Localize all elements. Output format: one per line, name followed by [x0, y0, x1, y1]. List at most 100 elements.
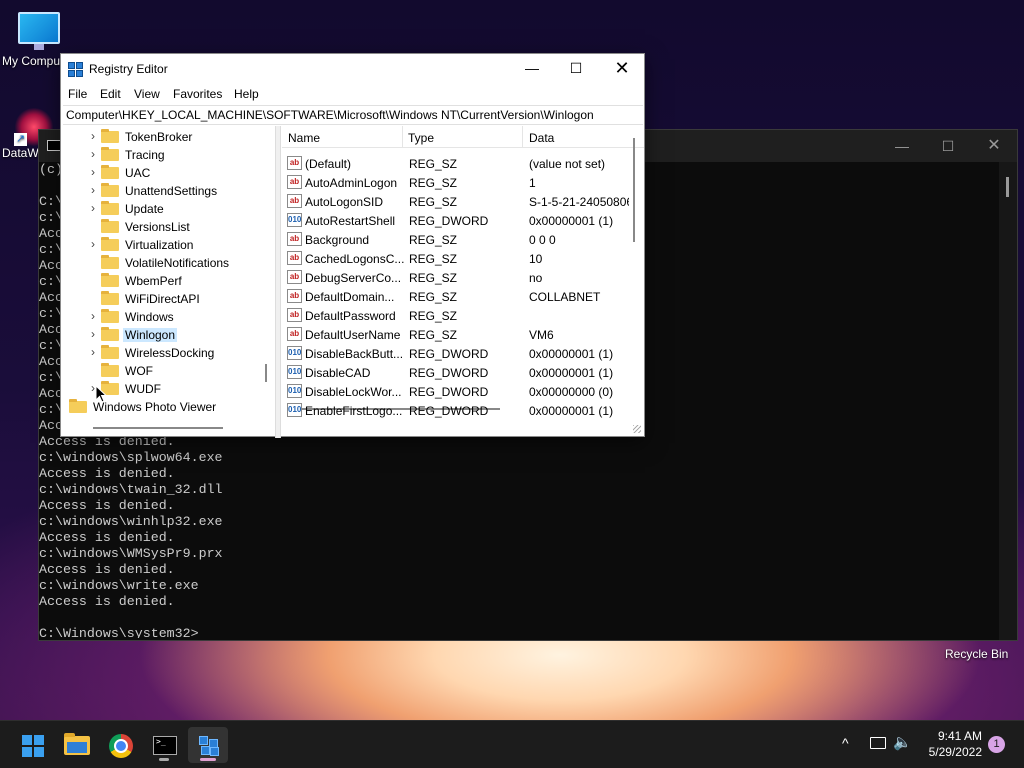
taskbar-file-explorer[interactable] [56, 727, 96, 763]
value-data: 0x00000001 (1) [529, 214, 614, 228]
terminal-icon: >_ [153, 736, 177, 755]
expand-chevron-icon[interactable]: › [91, 327, 101, 341]
tree-horizontal-scrollbar[interactable] [93, 427, 223, 429]
taskbar-registry-editor[interactable] [188, 727, 228, 763]
value-row[interactable]: ab AutoLogonSID REG_SZ S-1-5-21-24050806 [282, 192, 632, 211]
binary-value-icon: 010 [287, 384, 302, 398]
tree-item[interactable]: VolatileNotifications [63, 254, 263, 272]
value-row[interactable]: ab DefaultPassword REG_SZ [282, 306, 632, 325]
value-row[interactable]: ab AutoAdminLogon REG_SZ 1 [282, 173, 632, 192]
system-clock[interactable]: 9:41 AM 5/29/2022 [920, 728, 982, 760]
value-data: (value not set) [529, 157, 606, 171]
column-header-name[interactable]: Name [288, 131, 320, 145]
column-header-data[interactable]: Data [529, 131, 554, 145]
value-name: AutoRestartShell [305, 214, 396, 228]
notification-badge[interactable]: 1 [988, 736, 1005, 753]
menu-help[interactable]: Help [234, 87, 259, 101]
expand-chevron-icon[interactable]: › [91, 309, 101, 323]
expand-chevron-icon[interactable]: › [91, 237, 101, 251]
tree-item[interactable]: VersionsList [63, 218, 263, 236]
registry-editor-window[interactable]: Registry Editor — ☐ ✕ File Edit View Fav… [60, 53, 645, 438]
folder-icon [101, 327, 119, 341]
show-hidden-icons-chevron-icon[interactable]: ^ [842, 735, 849, 751]
value-row[interactable]: 010 EnableFirstLogo... REG_DWORD 0x00000001… [282, 401, 632, 420]
console-line: Access is denied. [39, 498, 175, 513]
maximize-button[interactable]: ☐ [553, 54, 599, 84]
registry-titlebar[interactable]: Registry Editor — ☐ ✕ [61, 54, 644, 84]
tree-item[interactable]: Windows Photo Viewer [63, 398, 263, 416]
value-row[interactable]: 010 AutoRestartShell REG_DWORD 0x00000001 (… [282, 211, 632, 230]
expand-chevron-icon[interactable]: › [91, 129, 101, 143]
value-row[interactable]: 010 DisableLockWor... REG_DWORD 0x00000000 … [282, 382, 632, 401]
running-indicator [159, 758, 169, 761]
console-line: c:\windows\WMSysPr9.prx [39, 546, 223, 561]
value-row[interactable]: ab DebugServerCo... REG_SZ no [282, 268, 632, 287]
values-pane[interactable]: Name Type Data ab (Default) REG_SZ (value n… [282, 126, 644, 438]
binary-value-icon: 010 [287, 403, 302, 417]
console-close-button[interactable]: ✕ [971, 134, 1017, 158]
tree-item[interactable]: WiFiDirectAPI [63, 290, 263, 308]
start-button[interactable] [12, 727, 52, 763]
values-header: Name Type Data [282, 126, 644, 148]
tree-item[interactable]: › Virtualization [63, 236, 263, 254]
folder-icon [101, 147, 119, 161]
tree-vertical-scrollbar[interactable] [265, 364, 267, 382]
tree-item[interactable]: › WirelessDocking [63, 344, 263, 362]
value-name: DefaultPassword [305, 309, 396, 323]
pane-splitter[interactable] [275, 126, 281, 438]
taskbar-command-prompt[interactable]: >_ [144, 727, 184, 763]
value-type: REG_SZ [409, 271, 458, 285]
tree-item-label: WOF [125, 364, 153, 378]
menu-file[interactable]: File [68, 87, 87, 101]
menu-view[interactable]: View [134, 87, 160, 101]
tree-item[interactable]: › Tracing [63, 146, 263, 164]
taskbar-chrome[interactable] [100, 727, 140, 763]
tree-item[interactable]: › WUDF [63, 380, 263, 398]
tree-item[interactable]: › UAC [63, 164, 263, 182]
column-separator[interactable] [522, 126, 523, 148]
value-row[interactable]: ab DefaultDomain... REG_SZ COLLABNET [282, 287, 632, 306]
tree-item[interactable]: › TokenBroker [63, 128, 263, 146]
expand-chevron-icon[interactable]: › [91, 345, 101, 359]
value-row[interactable]: ab Background REG_SZ 0 0 0 [282, 230, 632, 249]
network-icon[interactable] [870, 737, 886, 749]
menu-edit[interactable]: Edit [100, 87, 121, 101]
expand-chevron-icon[interactable]: › [91, 165, 101, 179]
console-scrollbar[interactable] [999, 162, 1017, 640]
column-header-type[interactable]: Type [408, 131, 434, 145]
scrollbar-thumb[interactable] [1006, 177, 1009, 197]
expand-chevron-icon[interactable]: › [91, 183, 101, 197]
desktop-icon-recycle-bin[interactable]: Recycle Bin [945, 647, 1008, 661]
resize-grip[interactable] [633, 425, 641, 433]
value-row[interactable]: ab CachedLogonsC... REG_SZ 10 [282, 249, 632, 268]
value-row[interactable]: ab (Default) REG_SZ (value not set) [282, 154, 632, 173]
menu-favorites[interactable]: Favorites [173, 87, 222, 101]
value-row[interactable]: 010 DisableCAD REG_DWORD 0x00000001 (1) [282, 363, 632, 382]
column-separator[interactable] [402, 126, 403, 148]
volume-icon[interactable]: 🔈 [893, 733, 912, 751]
tree-item[interactable]: › Windows [63, 308, 263, 326]
value-row[interactable]: ab DefaultUserName REG_SZ VM6 [282, 325, 632, 344]
value-data: S-1-5-21-24050806 [529, 195, 629, 209]
value-data: 0x00000000 (0) [529, 385, 614, 399]
tree-item[interactable]: › UnattendSettings [63, 182, 263, 200]
tree-item[interactable]: › Update [63, 200, 263, 218]
binary-value-icon: 010 [287, 213, 302, 227]
console-minimize-button[interactable]: — [879, 134, 925, 158]
address-bar[interactable]: Computer\HKEY_LOCAL_MACHINE\SOFTWARE\Mic… [63, 105, 643, 125]
tree-item-label: WiFiDirectAPI [125, 292, 200, 306]
values-vertical-scrollbar[interactable] [633, 138, 635, 242]
console-maximize-button[interactable]: ☐ [925, 134, 971, 158]
minimize-button[interactable]: — [509, 54, 555, 84]
value-data: 0x00000001 (1) [529, 366, 614, 380]
tree-item[interactable]: › Winlogon [63, 326, 263, 344]
value-row[interactable]: 010 DisableBackButt... REG_DWORD 0x00000001… [282, 344, 632, 363]
expand-chevron-icon[interactable]: › [91, 147, 101, 161]
tree-item[interactable]: WOF [63, 362, 263, 380]
value-type: REG_SZ [409, 309, 458, 323]
tree-item[interactable]: WbemPerf [63, 272, 263, 290]
close-button[interactable]: ✕ [599, 54, 645, 84]
console-line: Access is denied. [39, 530, 175, 545]
expand-chevron-icon[interactable]: › [91, 201, 101, 215]
